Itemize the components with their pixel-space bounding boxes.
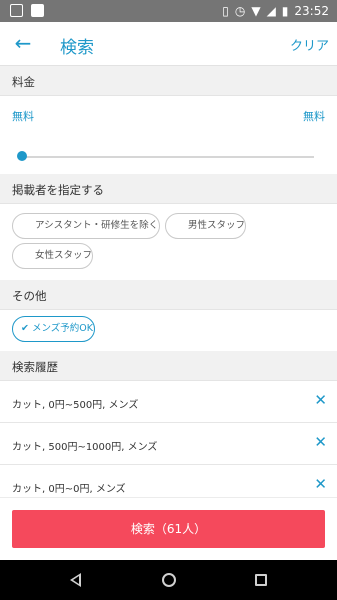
wifi-icon: ▼ (251, 4, 261, 18)
price-min-label: 無料 (12, 110, 34, 123)
history-row-text: カット, 0円~0円, メンズ (12, 484, 126, 495)
clear-button[interactable]: クリア (290, 35, 329, 54)
chip-male-staff[interactable]: 男性スタッフ (165, 213, 246, 239)
history-row-text: カット, 0円~500円, メンズ (12, 400, 139, 411)
history-row[interactable]: カット, 500円~1000円, メンズ ✕ (0, 423, 337, 465)
price-max-label: 無料 (303, 110, 325, 123)
mail-icon (31, 4, 44, 17)
status-time: 23:52 (294, 4, 329, 18)
alarm-icon: ◷ (234, 4, 246, 18)
nav-home-icon[interactable] (162, 573, 176, 587)
nav-back-icon[interactable] (70, 573, 81, 587)
price-slider-track[interactable] (22, 156, 314, 158)
close-icon[interactable]: ✕ (314, 475, 327, 493)
navigation-bar (0, 560, 337, 600)
section-header-other: その他 (0, 280, 337, 310)
signal-icon: ◢ (266, 4, 276, 18)
section-header-advertiser: 掲載者を指定する (0, 174, 337, 204)
vibrate-icon: ▯ (222, 4, 229, 18)
close-icon[interactable]: ✕ (314, 391, 327, 409)
status-bar: ▯ ◷ ▼ ◢ ▮ 23:52 (0, 0, 337, 22)
chip-female-staff[interactable]: 女性スタッフ (12, 243, 93, 269)
app-bar: ← 検索 クリア (0, 22, 337, 66)
nav-recent-apps-icon[interactable] (255, 574, 267, 586)
gallery-icon (10, 4, 23, 17)
history-row[interactable]: カット, 0円~500円, メンズ ✕ (0, 381, 337, 423)
chip-exclude-assistants[interactable]: アシスタント・研修生を除く (12, 213, 160, 239)
page-title: 検索 (60, 38, 94, 58)
price-slider-thumb[interactable] (17, 151, 27, 161)
close-icon[interactable]: ✕ (314, 433, 327, 451)
section-header-history: 検索履歴 (0, 351, 337, 381)
chip-mens-booking-ok[interactable]: ✔ メンズ予約OK (12, 316, 95, 342)
section-header-price: 料金 (0, 66, 337, 96)
back-arrow-icon[interactable]: ← (10, 30, 36, 56)
price-range: 無料 無料 (0, 96, 337, 134)
history-row-text: カット, 500円~1000円, メンズ (12, 442, 158, 453)
search-button[interactable]: 検索（61人） (12, 510, 325, 548)
battery-icon: ▮ (281, 4, 289, 18)
